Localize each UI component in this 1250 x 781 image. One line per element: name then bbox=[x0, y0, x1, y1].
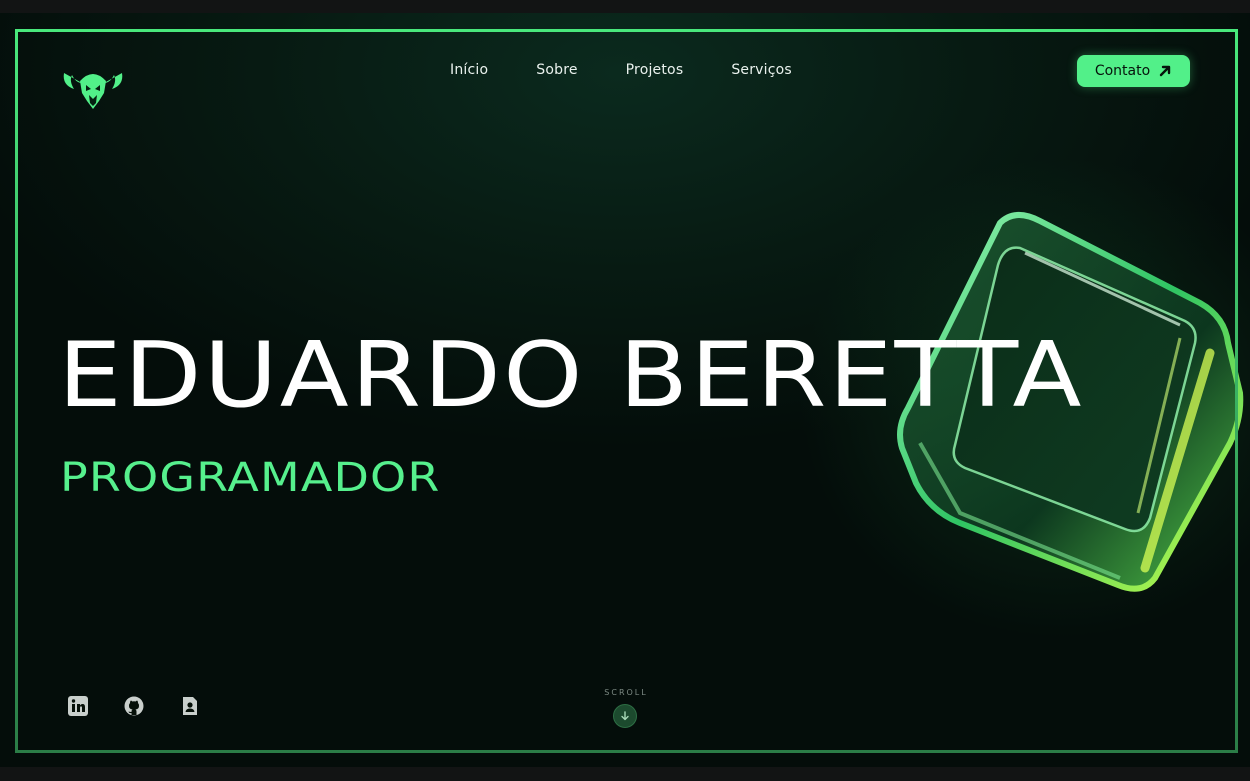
main-nav: Início Sobre Projetos Serviços bbox=[450, 62, 840, 78]
nav-item-projetos[interactable]: Projetos bbox=[626, 62, 684, 78]
scroll-down-button[interactable] bbox=[613, 704, 637, 728]
linkedin-icon[interactable] bbox=[68, 696, 88, 716]
page: Início Sobre Projetos Serviços Contato E… bbox=[0, 0, 1250, 781]
contact-button-label: Contato bbox=[1094, 63, 1151, 79]
social-links bbox=[68, 696, 200, 716]
nav-item-sobre[interactable]: Sobre bbox=[536, 62, 577, 78]
scroll-label: SCROLL bbox=[604, 688, 648, 697]
hero-section: Início Sobre Projetos Serviços Contato E… bbox=[0, 13, 1250, 767]
nav-item-inicio[interactable]: Início bbox=[450, 62, 488, 78]
github-icon[interactable] bbox=[124, 696, 144, 716]
arrow-up-right-icon bbox=[1159, 65, 1171, 77]
viking-helmet-icon[interactable] bbox=[60, 63, 126, 109]
arrow-down-icon bbox=[621, 711, 629, 721]
resume-icon[interactable] bbox=[180, 696, 200, 716]
hero-name: EDUARDO BERETTA bbox=[58, 323, 1084, 428]
contact-button[interactable]: Contato bbox=[1077, 55, 1190, 87]
hero-role: PROGRAMADOR bbox=[60, 455, 441, 501]
nav-item-servicos[interactable]: Serviços bbox=[731, 62, 792, 78]
